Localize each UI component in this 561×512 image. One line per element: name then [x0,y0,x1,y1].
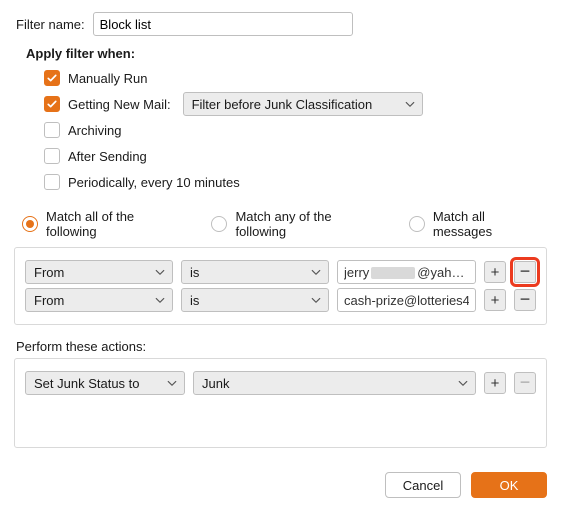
chevron-down-icon [404,98,416,110]
rule-value-input[interactable] [337,288,476,312]
manually-run-label: Manually Run [68,71,148,86]
rule-operator-value: is [190,265,199,280]
action-type-select[interactable]: Set Junk Status to [25,371,185,395]
actions-panel: Set Junk Status to Junk + − [14,358,547,448]
add-rule-button[interactable]: + [484,261,506,283]
archiving-checkbox[interactable] [44,122,60,138]
chevron-down-icon [457,377,469,389]
periodically-checkbox[interactable] [44,174,60,190]
rule-row: From is jerry@yahoo.com + − [25,260,536,284]
match-all-messages-radio[interactable] [409,216,425,232]
match-any-label: Match any of the following [235,209,384,239]
after-sending-checkbox[interactable] [44,148,60,164]
match-all-radio[interactable] [22,216,38,232]
mail-timing-value: Filter before Junk Classification [192,97,373,112]
manually-run-checkbox[interactable] [44,70,60,86]
chevron-down-icon [310,294,322,306]
match-any-radio[interactable] [211,216,227,232]
rule-value-text: jerry@yahoo.com [344,265,469,280]
chevron-down-icon [310,266,322,278]
apply-filter-when-label: Apply filter when: [26,46,547,61]
filter-name-input[interactable] [93,12,353,36]
rule-operator-select[interactable]: is [181,288,329,312]
redacted-icon [371,267,415,279]
rule-field-value: From [34,293,64,308]
rule-row: From is + − [25,288,536,312]
add-rule-button[interactable]: + [484,289,506,311]
rule-field-value: From [34,265,64,280]
action-value-select[interactable]: Junk [193,371,476,395]
rule-field-select[interactable]: From [25,260,173,284]
chevron-down-icon [166,377,178,389]
rule-operator-value: is [190,293,199,308]
getting-new-mail-label: Getting New Mail: [68,97,171,112]
remove-action-button: − [514,372,536,394]
perform-actions-label: Perform these actions: [16,339,547,354]
mail-timing-select[interactable]: Filter before Junk Classification [183,92,423,116]
match-all-messages-label: Match all messages [433,209,547,239]
action-type-value: Set Junk Status to [34,376,140,391]
rules-panel: From is jerry@yahoo.com + − From is + − [14,247,547,325]
rule-operator-select[interactable]: is [181,260,329,284]
archiving-label: Archiving [68,123,121,138]
after-sending-label: After Sending [68,149,147,164]
add-action-button[interactable]: + [484,372,506,394]
rule-field-select[interactable]: From [25,288,173,312]
remove-rule-button[interactable]: − [514,289,536,311]
chevron-down-icon [154,294,166,306]
action-row: Set Junk Status to Junk + − [25,371,536,395]
chevron-down-icon [154,266,166,278]
remove-rule-button[interactable]: − [514,261,536,283]
rule-value-input[interactable]: jerry@yahoo.com [337,260,476,284]
match-all-label: Match all of the following [46,209,187,239]
action-value-text: Junk [202,376,229,391]
ok-button[interactable]: OK [471,472,547,498]
getting-new-mail-checkbox[interactable] [44,96,60,112]
filter-name-label: Filter name: [16,17,85,32]
periodically-label: Periodically, every 10 minutes [68,175,240,190]
cancel-button[interactable]: Cancel [385,472,461,498]
